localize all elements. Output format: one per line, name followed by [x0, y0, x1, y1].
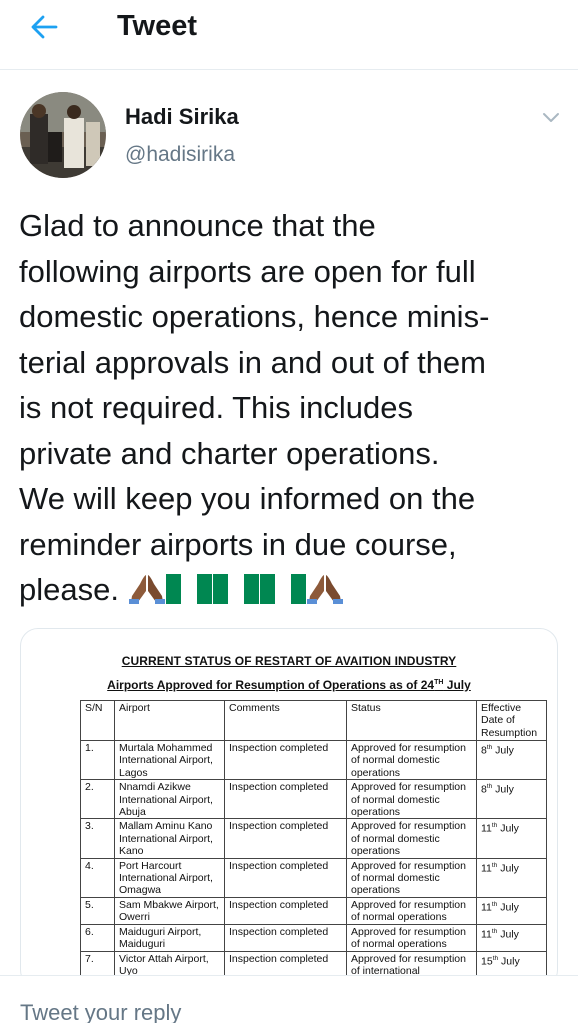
table-cell-airport: Mallam Aminu Kano International Airport,…: [114, 818, 225, 859]
reply-input[interactable]: Tweet your reply: [20, 1000, 181, 1023]
tweet-line: Glad to announce that the: [19, 208, 376, 243]
date-day: 11: [481, 822, 492, 835]
table-header-row: S/N Airport Comments Status Effective Da…: [80, 700, 547, 741]
table-cell-date: 15th July: [476, 950, 547, 979]
date-month: July: [497, 822, 519, 835]
date-day: 11: [481, 862, 492, 875]
document-subtitle-end: July: [443, 678, 471, 692]
table-cell-date: 11th July: [476, 857, 547, 898]
table-row: 1. Murtala Mohammed International Airport…: [80, 739, 547, 781]
page-title: Tweet: [117, 10, 198, 42]
table-cell-status: Approved for resumption of international: [346, 950, 477, 979]
date-month: July: [492, 783, 514, 796]
table-cell-sn: 4.: [80, 857, 115, 898]
table-cell-comments: Inspection completed: [224, 857, 347, 898]
date-month: July: [492, 744, 514, 757]
column-header: Comments: [224, 700, 347, 741]
table-cell-comments: Inspection completed: [224, 739, 347, 781]
date-month: July: [497, 901, 519, 914]
table-cell-date: 11th July: [476, 818, 547, 859]
table-cell-date: 11th July: [476, 923, 547, 952]
reply-bar: Tweet your reply: [0, 975, 578, 1023]
table-cell-comments: Inspection completed: [224, 923, 347, 952]
column-header: Status: [346, 700, 477, 741]
table-cell-comments: Inspection completed: [224, 950, 347, 979]
date-month: July: [497, 862, 519, 875]
tweet-line: please.: [19, 572, 119, 607]
table-cell-date: 8th July: [476, 739, 547, 781]
table-cell-comments: Inspection completed: [224, 896, 347, 925]
table-row: 2. Nnamdi Azikwe International Airport, A…: [80, 779, 547, 820]
table-cell-sn: 1.: [80, 739, 115, 781]
column-header: S/N: [80, 700, 115, 741]
table-row: 5. Sam Mbakwe Airport, Owerri Inspection c…: [80, 896, 547, 925]
table-cell-airport: Nnamdi Azikwe International Airport, Abu…: [114, 779, 225, 820]
date-month: July: [497, 928, 519, 941]
table-row: 7. Victor Attah Airport, Uyo Inspection co…: [80, 950, 547, 979]
tweet-line: terial approvals in and out of them: [19, 344, 486, 380]
tweet-line: is not required. This includes: [19, 390, 414, 425]
table-cell-date: 11th July: [476, 896, 547, 925]
tweet-media-image[interactable]: CURRENT STATUS OF RESTART OF AVAITION IN…: [20, 628, 558, 988]
tweet-line: reminder airports in due course,: [19, 526, 457, 562]
tweet-line: We will keep you informed on the: [19, 481, 476, 516]
arrow-left-icon: [30, 14, 58, 45]
tweet-text: Glad to announce that the following airp…: [19, 203, 567, 617]
avatar[interactable]: [20, 92, 106, 178]
table-body: 1. Murtala Mohammed International Airport…: [80, 739, 547, 979]
table-cell-airport: Sam Mbakwe Airport, Owerri: [114, 896, 225, 925]
table-cell-airport: Victor Attah Airport, Uyo: [114, 950, 225, 979]
table-cell-status: Approved for resumption of normal domest…: [346, 857, 477, 898]
folded-hands-icon: [306, 571, 343, 617]
table-row: 4. Port Harcourt International Airport, O…: [80, 857, 547, 898]
author-name[interactable]: Hadi Sirika: [125, 104, 239, 130]
date-day: 15: [481, 955, 493, 967]
nigeria-flag-icon: [259, 571, 306, 617]
column-header: Airport: [114, 700, 225, 741]
table-cell-comments: Inspection completed: [224, 779, 347, 820]
table-row: 3. Mallam Aminu Kano International Airpor…: [80, 818, 547, 859]
table-cell-airport: Murtala Mohammed International Airport, …: [114, 739, 225, 781]
nigeria-flag-icon: [165, 571, 212, 617]
tweet-line-last: please.: [19, 567, 567, 617]
document-subtitle: Airports Approved for Resumption of Oper…: [21, 678, 557, 692]
table-cell-sn: 2.: [80, 779, 115, 820]
tweet-author: Hadi Sirika @hadisirika: [0, 70, 578, 190]
author-handle[interactable]: @hadisirika: [125, 143, 235, 167]
table-cell-date: 8th July: [476, 779, 547, 820]
table-cell-sn: 6.: [80, 923, 115, 952]
table-cell-sn: 3.: [80, 818, 115, 859]
tweet-menu-button[interactable]: [536, 104, 566, 134]
table-row: 6. Maiduguri Airport, Maiduguri Inspection…: [80, 923, 547, 952]
document-title: CURRENT STATUS OF RESTART OF AVAITION IN…: [121, 654, 457, 668]
table-cell-comments: Inspection completed: [224, 818, 347, 859]
table-cell-status: Approved for resumption of normal domest…: [346, 739, 477, 781]
back-button[interactable]: [24, 12, 64, 46]
date-day: 11: [481, 928, 492, 941]
table-cell-status: Approved for resumption of normal domest…: [346, 779, 477, 820]
table-cell-sn: 5.: [80, 896, 115, 925]
airports-table: S/N Airport Comments Status Effective Da…: [80, 700, 547, 979]
table-cell-airport: Port Harcourt International Airport, Oma…: [114, 857, 225, 898]
top-bar: Tweet: [0, 0, 578, 70]
emoji-row: [128, 571, 343, 617]
chevron-down-icon: [541, 110, 561, 129]
tweet-line: private and charter operations.: [19, 435, 440, 471]
table-cell-status: Approved for resumption of normal operat…: [346, 923, 477, 952]
nigeria-flag-icon: [212, 571, 259, 617]
table-cell-sn: 7.: [80, 950, 115, 979]
date-day: 11: [481, 901, 492, 914]
folded-hands-icon: [128, 571, 165, 617]
column-header: Effective Date of Resumption: [476, 700, 547, 741]
table-cell-status: Approved for resumption of normal domest…: [346, 818, 477, 859]
table-cell-airport: Maiduguri Airport, Maiduguri: [114, 923, 225, 952]
tweet-line: domestic operations, hence minis-: [19, 299, 490, 334]
tweet-line: following airports are open for full: [19, 253, 476, 289]
document-subtitle-text: Airports Approved for Resumption of Oper…: [107, 678, 435, 692]
table-cell-status: Approved for resumption of normal operat…: [346, 896, 477, 925]
date-month: July: [498, 955, 520, 967]
